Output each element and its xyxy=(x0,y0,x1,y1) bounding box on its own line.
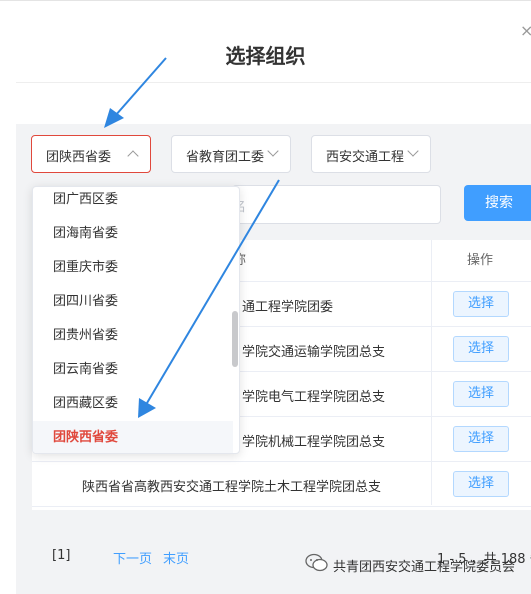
select-button[interactable]: 选择 xyxy=(453,291,509,317)
dropdown-item[interactable]: 团云南省委 xyxy=(33,353,233,387)
category-select-label: 省教育团工委 xyxy=(186,150,264,165)
modal-title: 选择组织 xyxy=(225,44,306,68)
table-row-name: 通工程学院团委 xyxy=(242,300,334,315)
page-current: [1] xyxy=(52,548,71,563)
close-icon[interactable]: × xyxy=(520,21,531,41)
select-button[interactable]: 选择 xyxy=(453,336,509,362)
select-button[interactable]: 选择 xyxy=(453,471,509,497)
watermark-text: 共青团西安交通工程学院委员会 xyxy=(333,560,516,575)
table-row-name: 学院交通运输学院团总支 xyxy=(242,345,386,360)
wechat-icon xyxy=(305,553,329,573)
province-select[interactable]: 团陕西省委 xyxy=(31,135,151,173)
chevron-down-icon xyxy=(267,145,279,157)
row-divider xyxy=(32,461,531,462)
dropdown-item[interactable]: 团四川省委 xyxy=(33,285,233,319)
dropdown-item[interactable]: 团西藏区委 xyxy=(33,387,233,421)
province-select-label: 团陕西省委 xyxy=(46,150,112,165)
select-button[interactable]: 选择 xyxy=(453,381,509,407)
next-page-link[interactable]: 下一页 xyxy=(113,548,152,567)
chevron-up-icon xyxy=(127,150,139,162)
search-input[interactable]: 名 xyxy=(232,185,441,224)
table-header-action: 操作 xyxy=(467,253,494,268)
dropdown-item-selected[interactable]: 团陕西省委 xyxy=(33,421,233,453)
dropdown-item[interactable]: 团海南省委 xyxy=(33,217,233,251)
table-row-name: 学院电气工程学院团总支 xyxy=(242,390,386,405)
category-select[interactable]: 省教育团工委 xyxy=(171,135,291,173)
dropdown-item[interactable]: 团广西区委 xyxy=(33,187,233,217)
school-select-label: 西安交通工程 xyxy=(326,150,404,165)
chevron-down-icon xyxy=(407,145,419,157)
dropdown-item[interactable]: 团贵州省委 xyxy=(33,319,233,353)
school-select[interactable]: 西安交通工程 xyxy=(311,135,431,173)
last-page-link[interactable]: 末页 xyxy=(163,548,189,567)
column-divider xyxy=(431,240,432,505)
province-dropdown: 团广西区委 团海南省委 团重庆市委 团四川省委 团贵州省委 团云南省委 团西藏区… xyxy=(32,186,240,454)
window-top-border xyxy=(0,0,531,1)
title-divider xyxy=(16,82,531,83)
select-button[interactable]: 选择 xyxy=(453,426,509,452)
dropdown-item[interactable]: 团重庆市委 xyxy=(33,251,233,285)
table-row-name: 陕西省省高教西安交通工程学院土木工程学院团总支 xyxy=(82,480,382,495)
search-button[interactable]: 搜索 xyxy=(464,185,531,221)
dropdown-scrollbar[interactable] xyxy=(232,311,238,367)
table-row-name: 学院机械工程学院团总支 xyxy=(242,435,386,450)
row-divider xyxy=(32,506,531,507)
